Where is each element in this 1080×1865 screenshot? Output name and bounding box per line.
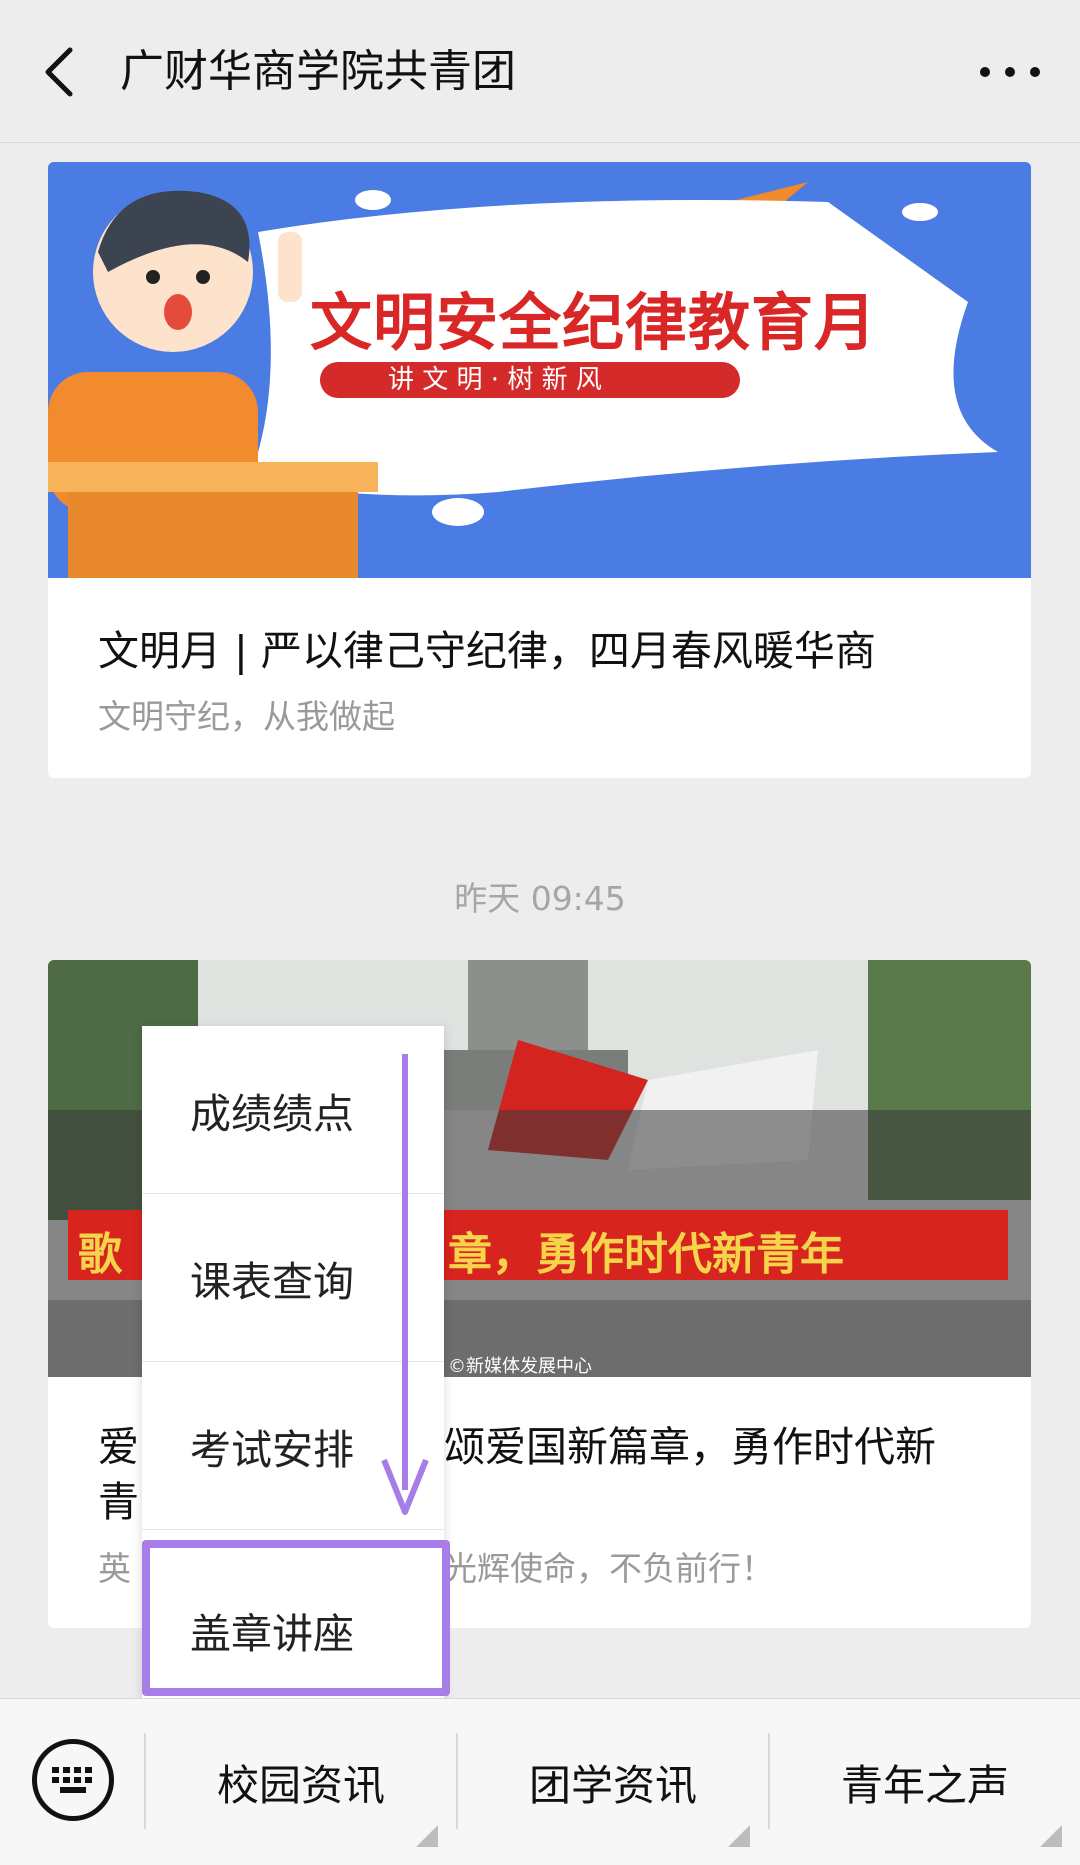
photo-banner-left-text: 歌: [78, 1229, 122, 1280]
bottom-menu-label: 校园资讯: [216, 1760, 385, 1810]
bottom-menu-youth-voice[interactable]: 青年之声: [770, 1699, 1080, 1865]
article-title: 文明月 | 严以律己守纪律，四月春风暖华商: [98, 627, 876, 675]
message-timestamp: 昨天 09:45: [454, 879, 626, 918]
article-title-left-2: 青: [98, 1478, 139, 1526]
popup-menu: 成绩绩点 课表查询 考试安排 盖章讲座: [142, 1026, 444, 1714]
bottom-menu-league-news[interactable]: 团学资讯: [458, 1699, 768, 1865]
page-title: 广财华商学院共青团: [120, 46, 516, 97]
submenu-indicator-icon: [728, 1825, 750, 1847]
menu-item-label: 成绩绩点: [190, 1089, 354, 1138]
photo-banner-text: 章，勇作时代新青年: [448, 1229, 844, 1280]
submenu-indicator-icon: [1040, 1825, 1062, 1847]
menu-item-label: 课表查询: [190, 1257, 354, 1306]
keyboard-icon[interactable]: [32, 1739, 114, 1821]
bottom-menu-label: 青年之声: [840, 1760, 1009, 1810]
menu-item-stamp-lectures[interactable]: 盖章讲座: [142, 1546, 444, 1714]
article-title-right: 颂爱国新篇章，勇作时代新: [444, 1423, 936, 1471]
article-subtitle-right: 光辉使命，不负前行！: [444, 1549, 774, 1588]
menu-item-exams[interactable]: 考试安排: [142, 1362, 444, 1530]
bottom-menu-label: 团学资讯: [528, 1760, 697, 1810]
banner-title-text: 文明安全纪律教育月: [310, 286, 878, 359]
article-title-left: 爱: [98, 1423, 139, 1471]
bottom-menu-campus-news[interactable]: 校园资讯: [146, 1699, 456, 1865]
article-subtitle: 文明守纪，从我做起: [98, 697, 395, 736]
article-banner-image: 文明安全纪律教育月 讲 文 明 · 树 新 风: [48, 162, 1031, 578]
banner-slogan-text: 讲 文 明 · 树 新 风: [388, 365, 602, 395]
menu-item-grades[interactable]: 成绩绩点: [142, 1026, 444, 1194]
back-icon[interactable]: [40, 44, 80, 100]
article-card-1[interactable]: 文明安全纪律教育月 讲 文 明 · 树 新 风 文明月 | 严以律己守纪律，四月…: [48, 162, 1031, 778]
photo-watermark: ©新媒体发展中心: [448, 1356, 592, 1377]
menu-item-label: 盖章讲座: [190, 1610, 354, 1658]
article-subtitle-left: 英: [98, 1549, 131, 1588]
more-options-icon[interactable]: [980, 58, 1040, 86]
top-nav-bar: 广财华商学院共青团: [0, 0, 1080, 143]
submenu-indicator-icon: [416, 1825, 438, 1847]
bottom-menu-bar: 校园资讯 团学资讯 青年之声: [0, 1698, 1080, 1865]
menu-item-timetable[interactable]: 课表查询: [142, 1194, 444, 1362]
menu-item-label: 考试安排: [190, 1425, 354, 1474]
